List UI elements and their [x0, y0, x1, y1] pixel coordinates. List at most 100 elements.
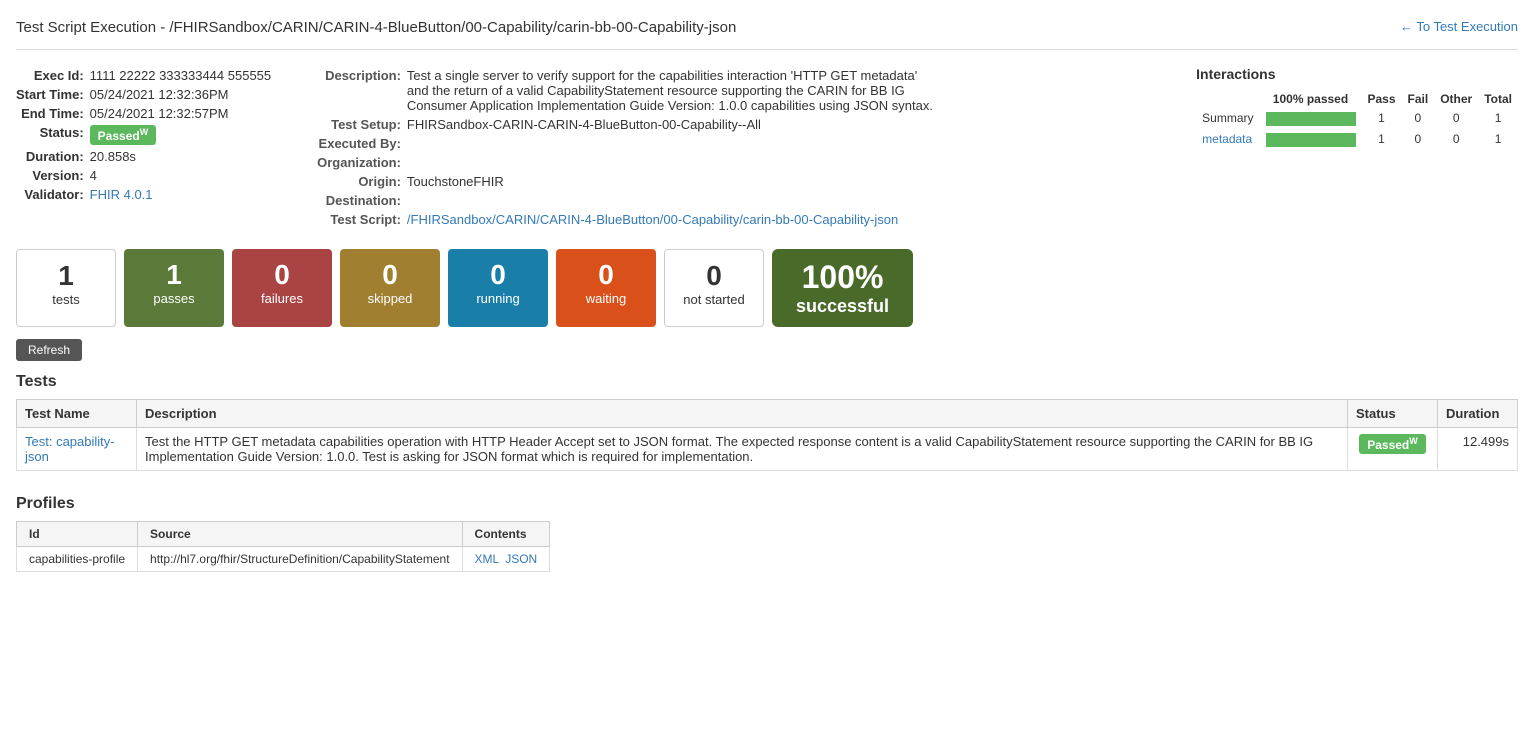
test-duration: 12.499s [1438, 428, 1518, 471]
back-link[interactable]: To Test Execution [1400, 19, 1518, 34]
end-time-label: End Time: [16, 104, 90, 123]
info-section: Exec Id: 1111 22222 333333444 555555 Sta… [16, 66, 1518, 229]
profile-json-link[interactable]: JSON [505, 552, 537, 566]
start-time-value: 05/24/2021 12:32:36PM [90, 85, 277, 104]
exec-id-value: 1111 22222 333333444 555555 [90, 66, 277, 85]
test-setup-value: FHIRSandbox-CARIN-CARIN-4-BlueButton-00-… [407, 115, 947, 134]
success-label: successful [796, 296, 889, 317]
profiles-col-source: Source [138, 522, 462, 547]
interactions-panel: Interactions 100% passed Pass Fail Other… [1196, 66, 1518, 229]
stat-not-started: 0 not started [664, 249, 764, 327]
page-title: Test Script Execution - /FHIRSandbox/CAR… [16, 16, 736, 37]
description-info: Description: Test a single server to ver… [317, 66, 1156, 229]
status-badge: PassedW [90, 125, 157, 145]
failures-num: 0 [248, 259, 316, 291]
version-value: 4 [90, 166, 277, 185]
failures-label: failures [248, 291, 316, 306]
interactions-title: Interactions [1196, 66, 1518, 82]
stat-passes: 1 passes [124, 249, 224, 327]
passes-num: 1 [140, 259, 208, 291]
exec-info: Exec Id: 1111 22222 333333444 555555 Sta… [16, 66, 277, 229]
test-name-link[interactable]: Test: capability-json [25, 434, 115, 464]
version-label: Version: [16, 166, 90, 185]
tests-num: 1 [33, 260, 99, 292]
destination-value [407, 191, 947, 210]
profile-id: capabilities-profile [17, 547, 138, 572]
interactions-col-pct: 100% passed [1260, 90, 1362, 108]
validator-label: Validator: [16, 185, 90, 204]
profiles-table: Id Source Contents capabilities-profileh… [16, 521, 550, 572]
organization-value [407, 153, 947, 172]
desc-label: Description: [317, 66, 407, 115]
origin-label: Origin: [317, 172, 407, 191]
waiting-label: waiting [572, 291, 640, 306]
passes-label: passes [140, 291, 208, 306]
interactions-row-link[interactable]: metadata [1202, 132, 1252, 146]
tests-label: tests [33, 292, 99, 307]
origin-value: TouchstoneFHIR [407, 172, 947, 191]
page-title-sub: - /FHIRSandbox/CARIN/CARIN-4-BlueButton/… [156, 19, 736, 36]
progress-bar [1266, 133, 1356, 147]
col-test-name: Test Name [17, 400, 137, 428]
profile-contents: XML JSON [462, 547, 550, 572]
stat-tests: 1 tests [16, 249, 116, 327]
test-description: Test the HTTP GET metadata capabilities … [137, 428, 1348, 471]
running-num: 0 [464, 259, 532, 291]
test-status: PassedW [1348, 428, 1438, 471]
test-script-value: /FHIRSandbox/CARIN/CARIN-4-BlueButton/00… [407, 210, 947, 229]
page-title-main: Test Script Execution [16, 19, 156, 36]
validator-value: FHIR 4.0.1 [90, 185, 277, 204]
table-row: Test: capability-json Test the HTTP GET m… [17, 428, 1518, 471]
stat-failures: 0 failures [232, 249, 332, 327]
status-value: PassedW [90, 123, 277, 147]
stat-success: 100% successful [772, 249, 913, 327]
stat-waiting: 0 waiting [556, 249, 656, 327]
executed-by-label: Executed By: [317, 134, 407, 153]
profiles-section: Profiles Id Source Contents capabilities… [16, 495, 1518, 572]
col-description: Description [137, 400, 1348, 428]
profiles-col-contents: Contents [462, 522, 550, 547]
skipped-num: 0 [356, 259, 424, 291]
test-script-link[interactable]: /FHIRSandbox/CARIN/CARIN-4-BlueButton/00… [407, 212, 898, 227]
success-pct: 100% [802, 259, 884, 296]
refresh-button[interactable]: Refresh [16, 339, 82, 361]
stat-skipped: 0 skipped [340, 249, 440, 327]
test-script-label: Test Script: [317, 210, 407, 229]
waiting-num: 0 [572, 259, 640, 291]
end-time-value: 05/24/2021 12:32:57PM [90, 104, 277, 123]
not-started-num: 0 [681, 260, 747, 292]
stats-row: 1 tests 1 passes 0 failures 0 skipped 0 … [16, 249, 1518, 327]
page-header: Test Script Execution - /FHIRSandbox/CAR… [16, 16, 1518, 50]
duration-value: 20.858s [90, 147, 277, 166]
col-status: Status [1348, 400, 1438, 428]
profiles-section-title: Profiles [16, 495, 1518, 513]
tests-table: Test Name Description Status Duration Te… [16, 399, 1518, 471]
col-duration: Duration [1438, 400, 1518, 428]
organization-label: Organization: [317, 153, 407, 172]
skipped-label: skipped [356, 291, 424, 306]
status-label: Status: [16, 123, 90, 147]
interactions-col-fail: Fail [1402, 90, 1435, 108]
progress-bar [1266, 112, 1356, 126]
destination-label: Destination: [317, 191, 407, 210]
interactions-table: 100% passed Pass Fail Other Total Summar… [1196, 90, 1518, 150]
interactions-col-pass: Pass [1362, 90, 1402, 108]
duration-label: Duration: [16, 147, 90, 166]
profile-source: http://hl7.org/fhir/StructureDefinition/… [138, 547, 462, 572]
profile-xml-link[interactable]: XML [475, 552, 500, 566]
test-setup-label: Test Setup: [317, 115, 407, 134]
running-label: running [464, 291, 532, 306]
desc-value: Test a single server to verify support f… [407, 66, 947, 115]
interactions-row-name: Summary [1196, 108, 1259, 129]
stat-running: 0 running [448, 249, 548, 327]
interactions-col-other: Other [1434, 90, 1478, 108]
executed-by-value [407, 134, 947, 153]
start-time-label: Start Time: [16, 85, 90, 104]
profiles-col-id: Id [17, 522, 138, 547]
profiles-row: capabilities-profilehttp://hl7.org/fhir/… [17, 547, 550, 572]
exec-id-label: Exec Id: [16, 66, 90, 85]
validator-link[interactable]: FHIR 4.0.1 [90, 187, 153, 202]
tests-section-title: Tests [16, 373, 1518, 391]
not-started-label: not started [681, 292, 747, 307]
interactions-col-total: Total [1478, 90, 1518, 108]
